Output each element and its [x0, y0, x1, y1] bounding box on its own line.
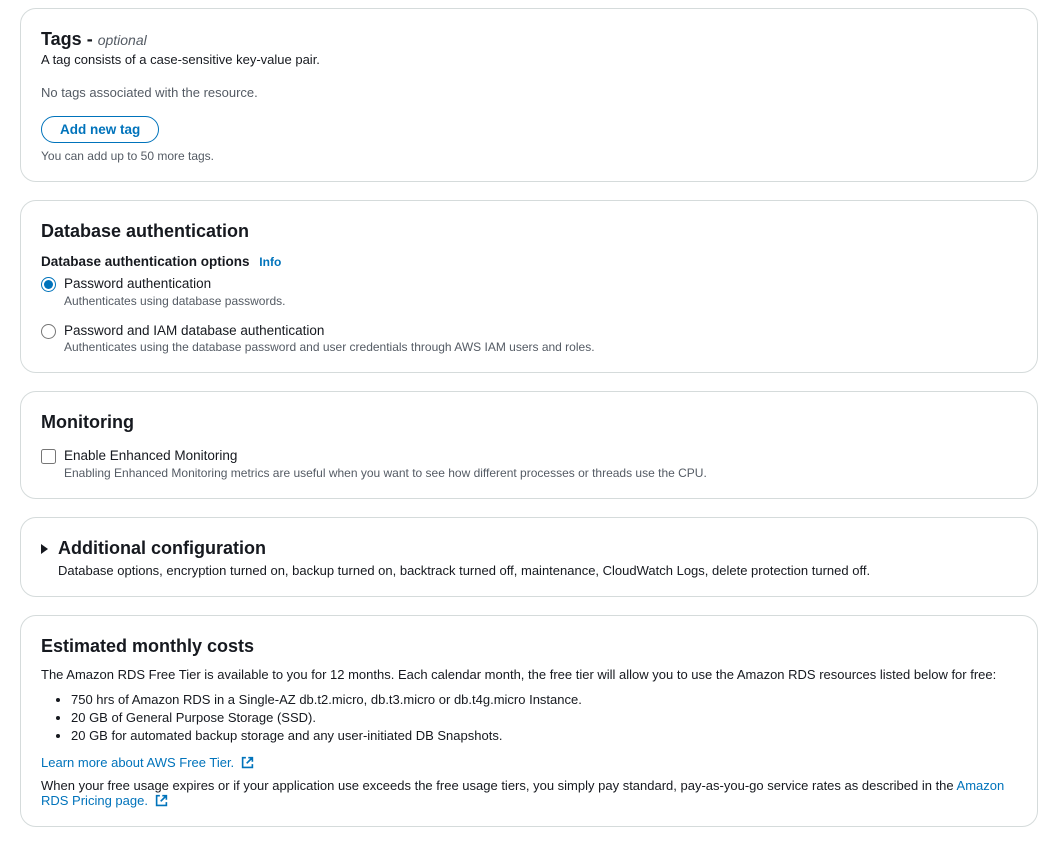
tags-panel: Tags - optional A tag consists of a case… [20, 8, 1038, 182]
tags-optional: optional [98, 32, 147, 48]
monitoring-panel: Monitoring Enable Enhanced Monitoring En… [20, 391, 1038, 499]
tags-hint: You can add up to 50 more tags. [41, 149, 1017, 163]
costs-item: 20 GB for automated backup storage and a… [71, 728, 1017, 743]
costs-intro: The Amazon RDS Free Tier is available to… [41, 667, 1017, 682]
additional-config-desc: Database options, encryption turned on, … [58, 563, 870, 578]
enhanced-monitoring-title: Enable Enhanced Monitoring [64, 447, 707, 465]
external-link-icon [155, 794, 168, 807]
tags-empty: No tags associated with the resource. [41, 85, 1017, 100]
additional-config-title: Additional configuration [58, 538, 870, 559]
additional-config-panel: Additional configuration Database option… [20, 517, 1038, 597]
db-auth-panel: Database authentication Database authent… [20, 200, 1038, 373]
tags-title: Tags [41, 29, 82, 49]
enhanced-monitoring-desc: Enabling Enhanced Monitoring metrics are… [64, 466, 707, 480]
tags-dash: - [82, 29, 98, 49]
auth-option-iam-title: Password and IAM database authentication [64, 322, 595, 340]
learn-free-tier-text: Learn more about AWS Free Tier. [41, 755, 234, 770]
costs-outro: When your free usage expires or if your … [41, 778, 1017, 808]
costs-outro-pre: When your free usage expires or if your … [41, 778, 957, 793]
auth-option-password[interactable]: Password authentication Authenticates us… [41, 275, 1017, 308]
enhanced-monitoring-option[interactable]: Enable Enhanced Monitoring Enabling Enha… [41, 447, 1017, 480]
info-link[interactable]: Info [259, 255, 281, 269]
auth-radio-iam[interactable] [41, 324, 56, 339]
db-auth-field-label: Database authentication options Info [41, 254, 1017, 269]
auth-option-password-title: Password authentication [64, 275, 285, 293]
costs-item: 750 hrs of Amazon RDS in a Single-AZ db.… [71, 692, 1017, 707]
monitoring-title: Monitoring [41, 412, 1017, 433]
costs-panel: Estimated monthly costs The Amazon RDS F… [20, 615, 1038, 827]
tags-desc: A tag consists of a case-sensitive key-v… [41, 52, 1017, 67]
costs-item: 20 GB of General Purpose Storage (SSD). [71, 710, 1017, 725]
auth-option-iam-desc: Authenticates using the database passwor… [64, 340, 595, 354]
external-link-icon [241, 756, 254, 769]
db-auth-field-label-text: Database authentication options [41, 254, 250, 269]
costs-title: Estimated monthly costs [41, 636, 1017, 657]
additional-config-toggle[interactable]: Additional configuration Database option… [41, 538, 1017, 578]
db-auth-title: Database authentication [41, 221, 1017, 242]
costs-list: 750 hrs of Amazon RDS in a Single-AZ db.… [41, 692, 1017, 743]
auth-option-iam[interactable]: Password and IAM database authentication… [41, 322, 1017, 355]
enhanced-monitoring-checkbox[interactable] [41, 449, 56, 464]
auth-radio-password[interactable] [41, 277, 56, 292]
tags-heading: Tags - optional [41, 29, 1017, 50]
add-new-tag-button[interactable]: Add new tag [41, 116, 159, 143]
learn-more-row: Learn more about AWS Free Tier. [41, 755, 1017, 770]
caret-right-icon [41, 544, 48, 554]
learn-free-tier-link[interactable]: Learn more about AWS Free Tier. [41, 755, 254, 770]
auth-option-password-desc: Authenticates using database passwords. [64, 294, 285, 308]
